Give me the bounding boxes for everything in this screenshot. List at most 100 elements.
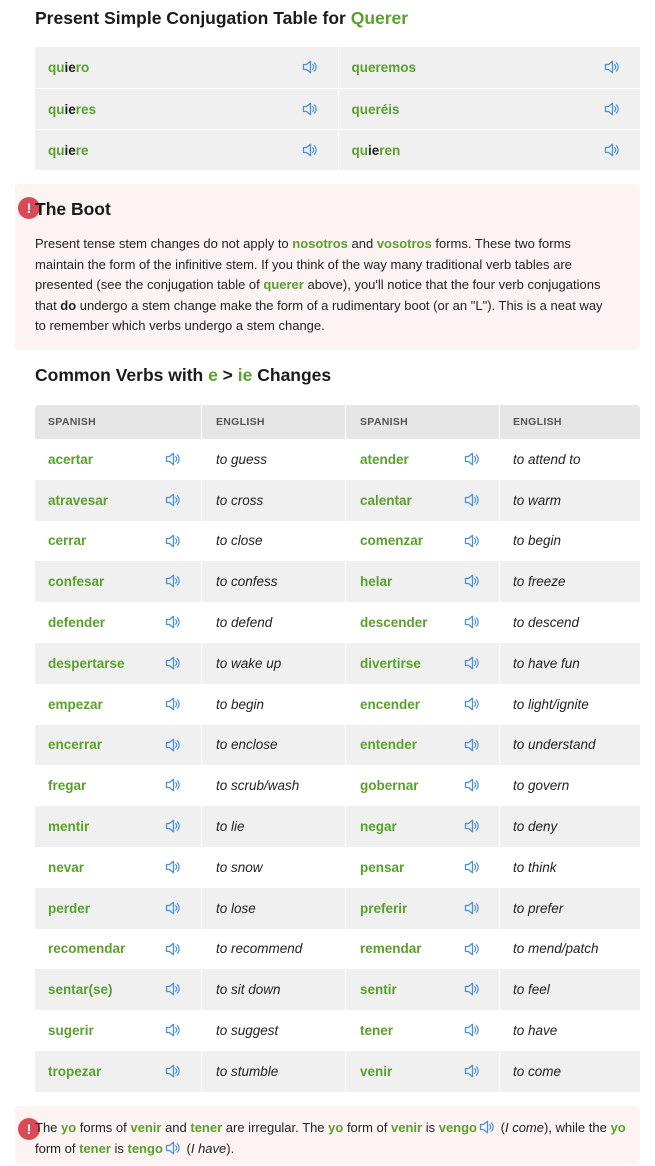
speaker-icon[interactable]	[464, 534, 480, 548]
speaker-icon[interactable]	[302, 143, 318, 157]
english-translation: to stumble	[216, 1063, 279, 1079]
form-ending: queremos	[351, 60, 417, 75]
speaker-icon[interactable]	[165, 493, 181, 507]
english-cell: to freeze	[499, 561, 640, 603]
spanish-verb: atender	[360, 451, 409, 467]
english-cell: to suggest	[201, 1010, 345, 1051]
speaker-icon[interactable]	[604, 143, 620, 157]
spanish-cell: empezar	[35, 684, 201, 725]
speaker-icon[interactable]	[464, 778, 480, 792]
english-cell: to begin	[201, 683, 345, 725]
speaker-icon[interactable]	[165, 778, 181, 792]
speaker-icon[interactable]	[165, 738, 181, 752]
speaker-icon[interactable]	[604, 60, 620, 74]
spanish-verb: atravesar	[48, 492, 109, 508]
boot-word-do: do	[60, 297, 77, 313]
note-text: is	[110, 1141, 128, 1156]
english-translation: to govern	[513, 778, 570, 794]
speaker-icon[interactable]	[464, 697, 480, 711]
speaker-icon[interactable]	[464, 982, 480, 996]
spanish-cell: encerrar	[35, 725, 201, 766]
note-text: ), while the	[543, 1120, 611, 1135]
spanish-verb: defender	[48, 615, 106, 631]
english-cell: to mend/patch	[499, 928, 640, 970]
speaker-icon[interactable]	[464, 819, 480, 833]
speaker-icon[interactable]	[464, 452, 480, 466]
speaker-icon[interactable]	[604, 102, 620, 116]
english-cell: to have fun	[499, 642, 640, 684]
header-spanish: SPANISH	[48, 416, 96, 428]
speaker-icon[interactable]	[165, 860, 181, 874]
english-translation: to feel	[513, 982, 550, 998]
spanish-verb: tener	[360, 1023, 394, 1039]
speaker-icon[interactable]	[302, 60, 318, 74]
spanish-cell: divertirse	[345, 642, 499, 684]
speaker-icon[interactable]	[165, 656, 181, 670]
speaker-icon[interactable]	[464, 942, 480, 956]
english-translation: to scrub/wash	[216, 778, 300, 794]
conjugation-singular: quiero	[35, 47, 338, 88]
speaker-icon[interactable]	[479, 1120, 495, 1134]
english-translation: to understand	[513, 737, 596, 753]
spanish-cell: tropezar	[35, 1051, 201, 1092]
speaker-icon[interactable]	[464, 1023, 480, 1037]
form-stem-change: ie	[64, 60, 76, 75]
english-translation: to attend to	[513, 451, 581, 467]
speaker-icon[interactable]	[464, 574, 480, 588]
speaker-icon[interactable]	[165, 819, 181, 833]
spanish-verb: negar	[360, 819, 397, 835]
spanish-verb: encender	[360, 696, 421, 712]
verbs-table: SPANISH ENGLISH SPANISH ENGLISH acertar t…	[35, 405, 640, 1092]
speaker-icon[interactable]	[165, 1064, 181, 1078]
speaker-icon[interactable]	[165, 615, 181, 629]
boot-text: and	[347, 236, 377, 251]
spanish-cell: atender	[345, 439, 499, 480]
spanish-verb: divertirse	[360, 655, 421, 671]
conjugation-singular: quieres	[35, 89, 338, 129]
spanish-verb: gobernar	[360, 778, 419, 794]
conjugated-form: queréis	[352, 102, 400, 117]
speaker-icon[interactable]	[464, 493, 480, 507]
speaker-icon[interactable]	[464, 1064, 480, 1078]
table-row: despertarse to wake up divertirse to have f…	[35, 642, 640, 684]
speaker-icon[interactable]	[165, 942, 181, 956]
speaker-icon[interactable]	[464, 656, 480, 670]
form-ending: queréis	[351, 101, 400, 117]
boot-title: The Boot	[35, 199, 111, 219]
speaker-icon[interactable]	[165, 452, 181, 466]
title-prefix: Present Simple Conjugation Table for	[35, 8, 346, 28]
english-cell: to recommend	[201, 928, 345, 970]
title-text: Common Verbs with	[35, 365, 209, 385]
boot-text: Present tense stem changes do not apply …	[35, 236, 293, 251]
english-translation: to light/ignite	[513, 696, 589, 712]
speaker-icon[interactable]	[165, 534, 181, 548]
speaker-icon[interactable]	[165, 697, 181, 711]
speaker-icon[interactable]	[165, 982, 181, 996]
english-cell: to confess	[201, 561, 345, 603]
speaker-icon[interactable]	[165, 901, 181, 915]
note-translation: I have	[190, 1141, 227, 1156]
spanish-cell: pensar	[345, 846, 499, 888]
conjugation-table: quiero queremos quieres queréis quiere quiere…	[35, 47, 640, 170]
conjugated-form: quiero	[48, 60, 89, 75]
speaker-icon[interactable]	[464, 738, 480, 752]
title-text: Changes	[252, 365, 332, 385]
boot-text: undergo a stem change make the form of a…	[35, 297, 603, 334]
english-cell: to sit down	[201, 969, 345, 1011]
speaker-icon[interactable]	[464, 901, 480, 915]
speaker-icon[interactable]	[464, 615, 480, 629]
speaker-icon[interactable]	[165, 1023, 181, 1037]
speaker-icon[interactable]	[302, 102, 318, 116]
english-translation: to close	[216, 533, 263, 549]
spanish-cell: gobernar	[345, 765, 499, 807]
speaker-icon[interactable]	[165, 1141, 181, 1155]
spanish-verb: encerrar	[48, 737, 103, 753]
speaker-icon[interactable]	[464, 860, 480, 874]
english-cell: to think	[499, 846, 640, 888]
table-row: sugerir to suggest tener to have	[35, 1010, 640, 1051]
form-ending: ro	[75, 60, 90, 75]
spanish-cell: comenzar	[345, 520, 499, 562]
speaker-icon[interactable]	[165, 574, 181, 588]
english-translation: to enclose	[216, 737, 278, 753]
english-translation: to have fun	[513, 655, 580, 671]
